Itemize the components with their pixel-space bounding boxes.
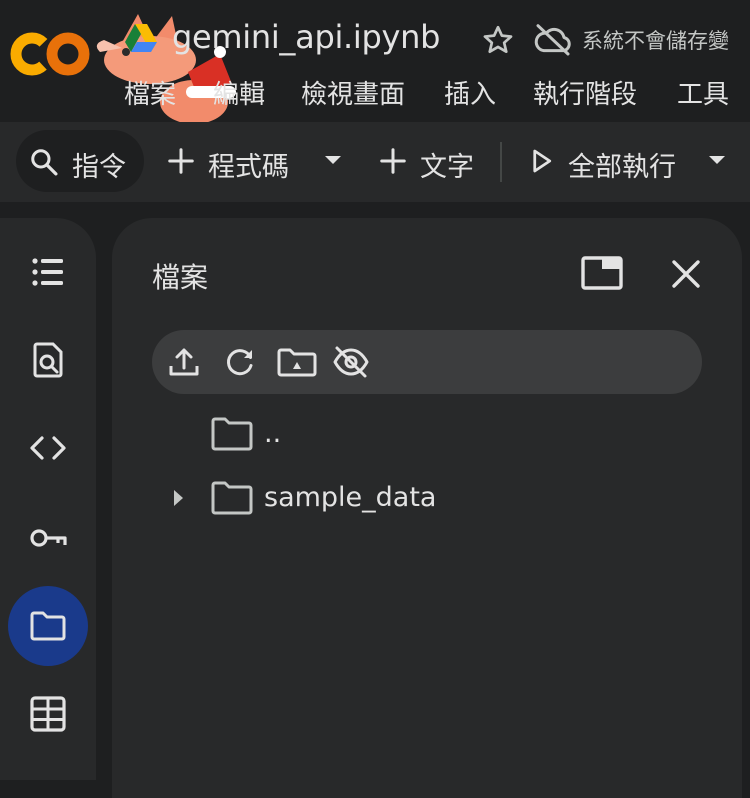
code-options-chevron-down-icon[interactable] [322, 152, 344, 168]
rail-code-snippets-button[interactable] [8, 408, 88, 488]
mount-drive-icon[interactable] [276, 344, 318, 380]
files-toolbar [152, 330, 702, 394]
menu-runtime[interactable]: 執行階段 [533, 74, 637, 111]
variables-table-icon [30, 696, 66, 732]
file-name: sample_data [264, 482, 437, 513]
command-palette-button[interactable]: 指令 [16, 130, 144, 192]
files-folder-icon [30, 611, 66, 641]
search-icon [31, 149, 58, 176]
upload-icon[interactable] [166, 344, 202, 380]
google-drive-icon [125, 24, 157, 52]
run-all-button[interactable]: 全部執行 [526, 130, 682, 192]
menu-view[interactable]: 檢視畫面 [301, 74, 405, 111]
rail-find-replace-button[interactable] [8, 320, 88, 400]
table-of-contents-icon [32, 258, 63, 286]
plus-icon [380, 148, 406, 174]
menu-insert[interactable]: 插入 [444, 74, 496, 111]
command-label: 指令 [72, 152, 126, 183]
run-all-label: 全部執行 [568, 152, 676, 183]
rail-secrets-button[interactable] [8, 498, 88, 578]
close-icon[interactable] [664, 252, 708, 296]
run-options-chevron-down-icon[interactable] [706, 152, 728, 168]
refresh-icon[interactable] [222, 344, 258, 380]
plus-icon [168, 148, 194, 174]
folder-icon [211, 417, 253, 451]
open-in-tab-icon[interactable] [580, 252, 624, 296]
secrets-key-icon [30, 529, 67, 547]
expand-chevron-right-icon[interactable] [168, 486, 188, 510]
panel-title: 檔案 [152, 261, 209, 294]
code-snippets-icon [30, 436, 66, 460]
files-panel: 檔案 .. sample_data [112, 218, 742, 798]
add-code-cell-button[interactable]: 程式碼 [166, 130, 296, 192]
folder-icon [211, 481, 253, 515]
menu-bar: 檔案 編輯 檢視畫面 插入 執行階段 工具 [0, 74, 750, 114]
menu-file[interactable]: 檔案 [124, 74, 176, 111]
add-text-cell-button[interactable]: 文字 [378, 130, 488, 192]
save-status-text: 系統不會儲存變 [582, 29, 729, 53]
menu-edit[interactable]: 編輯 [213, 74, 265, 111]
hide-files-icon[interactable] [332, 344, 370, 380]
find-replace-icon [33, 342, 63, 378]
notebook-toolbar: 指令 程式碼 文字 全部執行 [0, 122, 750, 202]
file-row[interactable]: sample_data [152, 470, 702, 526]
notebook-title[interactable]: gemini_api.ipynb [172, 18, 440, 56]
cloud-off-icon [534, 24, 571, 56]
rail-files-button[interactable] [8, 586, 88, 666]
toolbar-divider [500, 142, 502, 182]
star-icon[interactable] [480, 22, 516, 58]
side-rail [0, 218, 96, 780]
file-row[interactable]: .. [152, 406, 702, 462]
play-icon [533, 149, 552, 173]
rail-table-of-contents-button[interactable] [8, 232, 88, 312]
rail-variables-button[interactable] [8, 674, 88, 754]
menu-tools[interactable]: 工具 [677, 74, 729, 111]
text-label: 文字 [420, 152, 474, 183]
header: gemini_api.ipynb 系統不會儲存變 檔案 編輯 檢視畫面 插入 執… [0, 0, 750, 124]
file-name: .. [264, 418, 282, 449]
code-label: 程式碼 [208, 152, 289, 183]
